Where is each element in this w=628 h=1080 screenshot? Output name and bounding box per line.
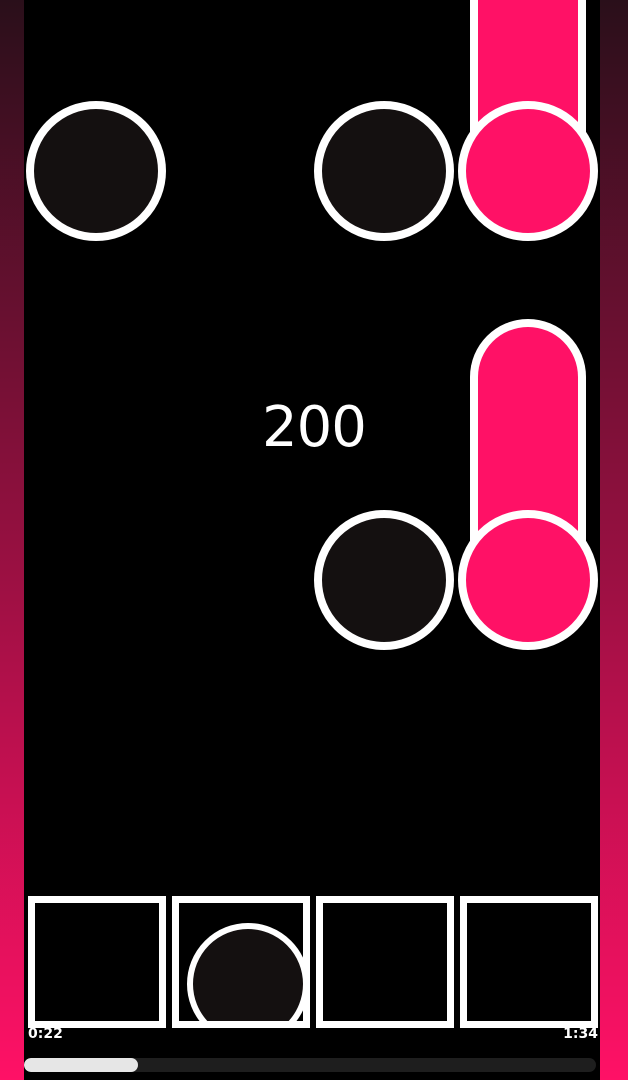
elapsed-time: 0:22 (28, 1026, 63, 1042)
hit-lane-2[interactable] (172, 896, 310, 1028)
left-gradient-border (0, 0, 24, 1080)
hold-note-head-mid[interactable] (458, 510, 598, 650)
lane-2-note (187, 923, 303, 1021)
song-progress-fill (24, 1058, 139, 1072)
total-time: 1:34 (563, 1026, 598, 1042)
note-lane-1-top[interactable] (26, 101, 166, 241)
right-gradient-border (600, 0, 628, 1080)
game-screen: 200 0:22 1:34 (0, 0, 628, 1080)
note-lane-3-mid[interactable] (314, 510, 454, 650)
note-lane-3-top[interactable] (314, 101, 454, 241)
hit-lane-3[interactable] (316, 896, 454, 1028)
hold-note-head-top[interactable] (458, 101, 598, 241)
hit-lane-4[interactable] (460, 896, 598, 1028)
song-progress-bar[interactable] (24, 1058, 596, 1072)
hit-lane-1[interactable] (28, 896, 166, 1028)
